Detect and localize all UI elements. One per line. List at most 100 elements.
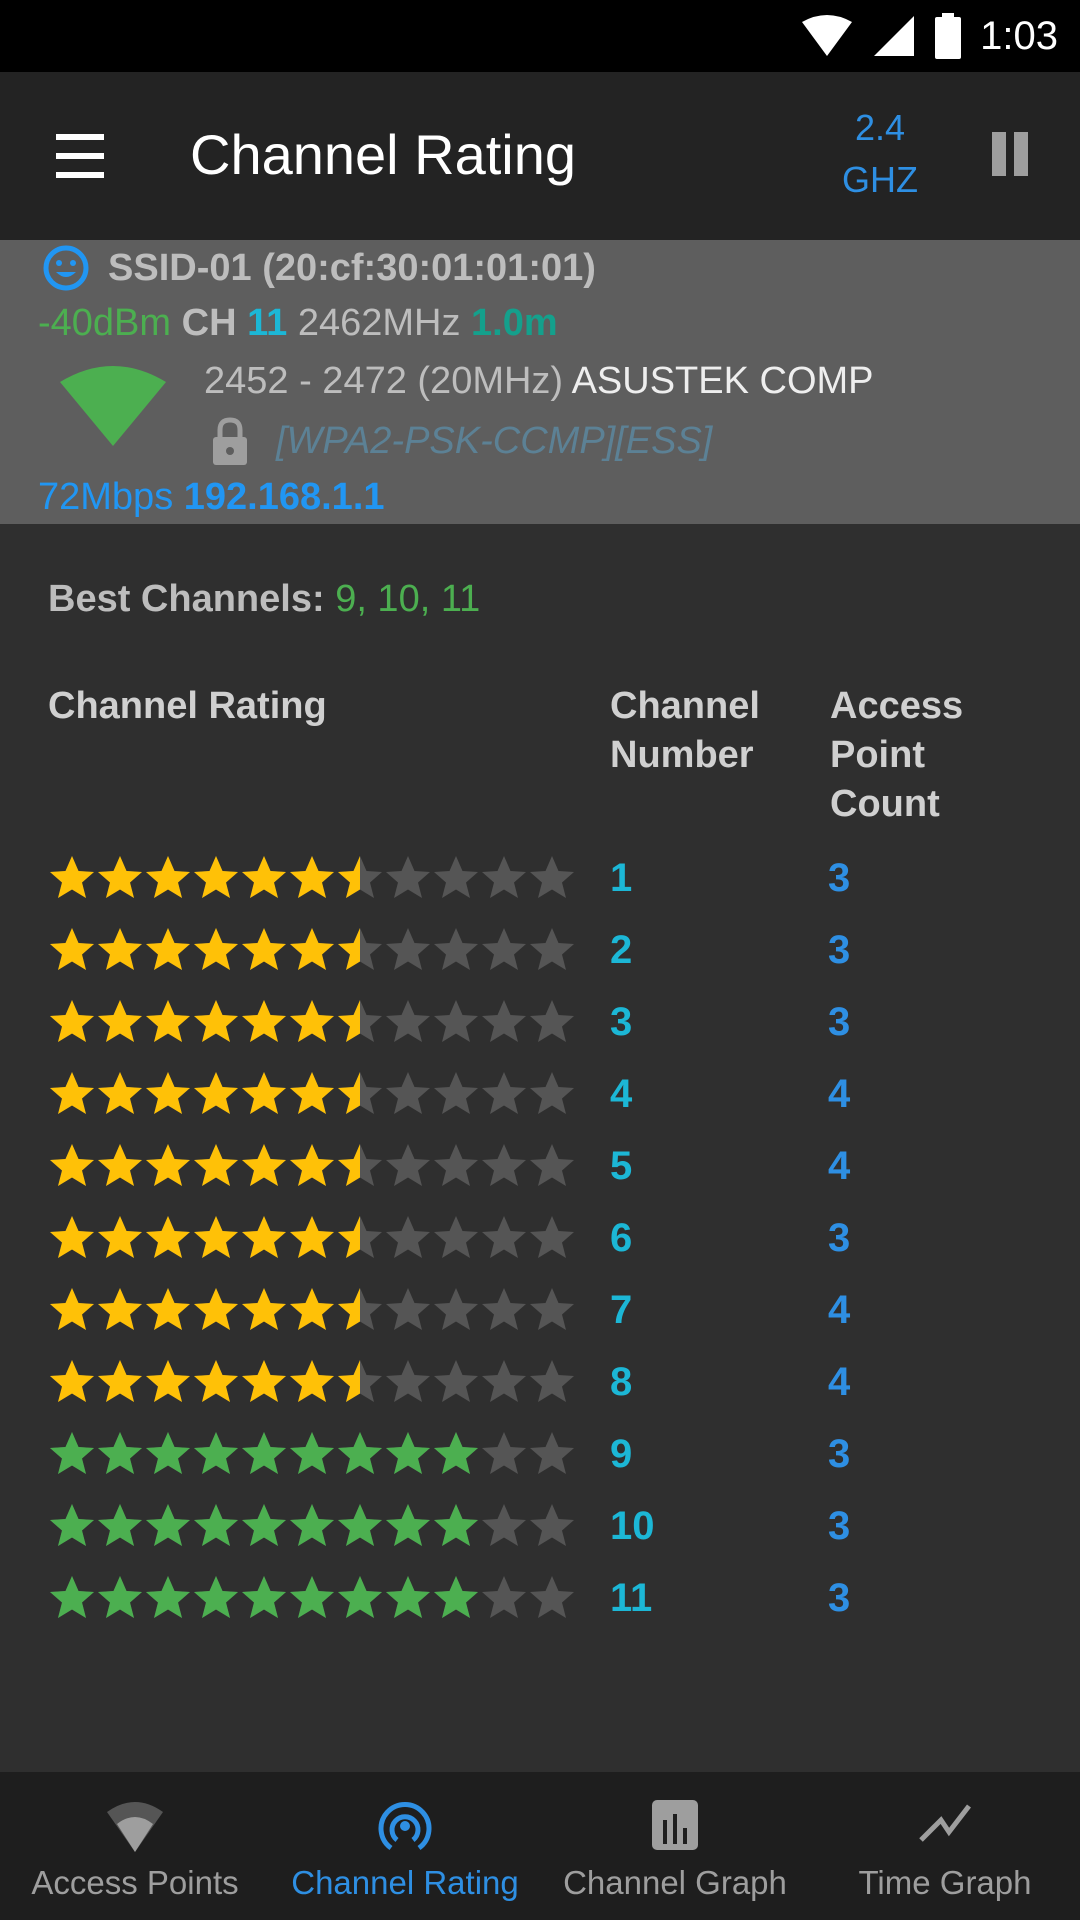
star-filled-icon — [98, 1504, 142, 1546]
star-empty-icon — [386, 928, 430, 970]
star-filled-icon — [290, 1576, 334, 1618]
table-row: 84 — [0, 1352, 1080, 1412]
star-filled-icon — [194, 856, 238, 898]
star-empty-icon — [434, 1144, 478, 1186]
star-rating — [48, 1496, 576, 1556]
nav-label: Time Graph — [858, 1864, 1032, 1901]
star-filled-icon — [146, 1360, 190, 1402]
star-filled-icon — [50, 1576, 94, 1618]
signal-strength: -40dBm — [38, 302, 172, 344]
star-empty-icon — [434, 1360, 478, 1402]
star-filled-icon — [98, 1432, 142, 1474]
star-empty-icon — [386, 1072, 430, 1114]
star-filled-icon — [98, 1288, 142, 1330]
star-empty-icon — [386, 1000, 430, 1042]
star-empty-icon — [386, 1216, 430, 1258]
star-empty-icon — [482, 1504, 526, 1546]
star-empty-icon — [386, 1360, 430, 1402]
star-empty-icon — [530, 1144, 574, 1186]
star-rating — [48, 1064, 576, 1124]
star-empty-icon — [530, 1504, 574, 1546]
wifi-strength-icon — [60, 366, 166, 446]
star-rating — [48, 1424, 576, 1484]
nav-time-graph[interactable]: Time Graph — [810, 1772, 1080, 1920]
star-half-icon — [338, 1072, 382, 1114]
star-filled-icon — [194, 1000, 238, 1042]
channel-number: 3 — [610, 1000, 633, 1044]
pause-icon[interactable] — [990, 132, 1030, 178]
header-line: Number — [610, 734, 754, 776]
ap-count: 4 — [828, 1288, 851, 1332]
ap-count: 3 — [828, 1504, 851, 1548]
star-filled-icon — [434, 1432, 478, 1474]
star-filled-icon — [98, 856, 142, 898]
hamburger-menu-icon[interactable] — [48, 128, 112, 184]
star-half-icon — [338, 1216, 382, 1258]
star-half-icon — [338, 1000, 382, 1042]
star-empty-icon — [482, 1360, 526, 1402]
star-empty-icon — [386, 1288, 430, 1330]
status-bar: 1:03 — [0, 0, 1080, 72]
nav-channel-rating[interactable]: Channel Rating — [270, 1772, 540, 1920]
star-filled-icon — [242, 1360, 286, 1402]
nav-channel-graph[interactable]: Channel Graph — [540, 1772, 810, 1920]
star-filled-icon — [194, 1072, 238, 1114]
star-filled-icon — [50, 1072, 94, 1114]
header-channel-rating: Channel Rating — [48, 685, 327, 727]
star-filled-icon — [386, 1576, 430, 1618]
star-filled-icon — [194, 1576, 238, 1618]
star-filled-icon — [50, 1288, 94, 1330]
ap-count: 4 — [828, 1144, 851, 1188]
star-rating — [48, 1280, 576, 1340]
star-empty-icon — [482, 1144, 526, 1186]
star-empty-icon — [434, 1216, 478, 1258]
star-rating — [48, 848, 576, 908]
band-toggle-button[interactable]: 2.4 GHZ — [830, 102, 930, 206]
channel-number: 4 — [610, 1072, 633, 1116]
star-filled-icon — [146, 1072, 190, 1114]
bottom-navigation: Access Points Channel Rating Channel Gra… — [0, 1772, 1080, 1920]
star-filled-icon — [98, 928, 142, 970]
star-filled-icon — [194, 1432, 238, 1474]
star-filled-icon — [50, 928, 94, 970]
security: [WPA2-PSK-CCMP][ESS] — [276, 419, 713, 462]
star-filled-icon — [242, 1504, 286, 1546]
star-filled-icon — [146, 1216, 190, 1258]
star-filled-icon — [290, 1000, 334, 1042]
star-empty-icon — [482, 1576, 526, 1618]
star-filled-icon — [146, 1144, 190, 1186]
header-line: Channel — [610, 685, 760, 727]
nav-access-points[interactable]: Access Points — [0, 1772, 270, 1920]
connected-ap-card[interactable]: SSID-01 (20:cf:30:01:01:01) -40dBm CH 11… — [0, 240, 1080, 524]
ap-count: 4 — [828, 1072, 851, 1116]
star-empty-icon — [482, 856, 526, 898]
cell-signal-icon — [874, 16, 915, 56]
nav-label: Channel Rating — [291, 1864, 519, 1901]
star-rating — [48, 1136, 576, 1196]
star-empty-icon — [530, 1216, 574, 1258]
table-row: 54 — [0, 1136, 1080, 1196]
star-filled-icon — [50, 1000, 94, 1042]
star-filled-icon — [194, 1144, 238, 1186]
star-empty-icon — [530, 1576, 574, 1618]
table-row: 93 — [0, 1424, 1080, 1484]
channel-number: 11 — [610, 1576, 653, 1620]
star-filled-icon — [338, 1432, 382, 1474]
page-title: Channel Rating — [190, 123, 577, 186]
star-empty-icon — [530, 928, 574, 970]
header-line: Count — [830, 783, 940, 825]
ap-count: 3 — [828, 1216, 851, 1260]
star-filled-icon — [290, 1072, 334, 1114]
star-empty-icon — [434, 1072, 478, 1114]
band-unit: GHZ — [842, 159, 918, 200]
star-filled-icon — [290, 1360, 334, 1402]
channel-number: 10 — [610, 1504, 655, 1548]
star-filled-icon — [290, 856, 334, 898]
broadcast-icon — [378, 1802, 432, 1851]
header-line: Point — [830, 734, 925, 776]
frequency: 2462MHz — [297, 302, 461, 344]
star-filled-icon — [386, 1432, 430, 1474]
clock: 1:03 — [980, 13, 1058, 58]
star-filled-icon — [98, 1360, 142, 1402]
star-empty-icon — [530, 1360, 574, 1402]
